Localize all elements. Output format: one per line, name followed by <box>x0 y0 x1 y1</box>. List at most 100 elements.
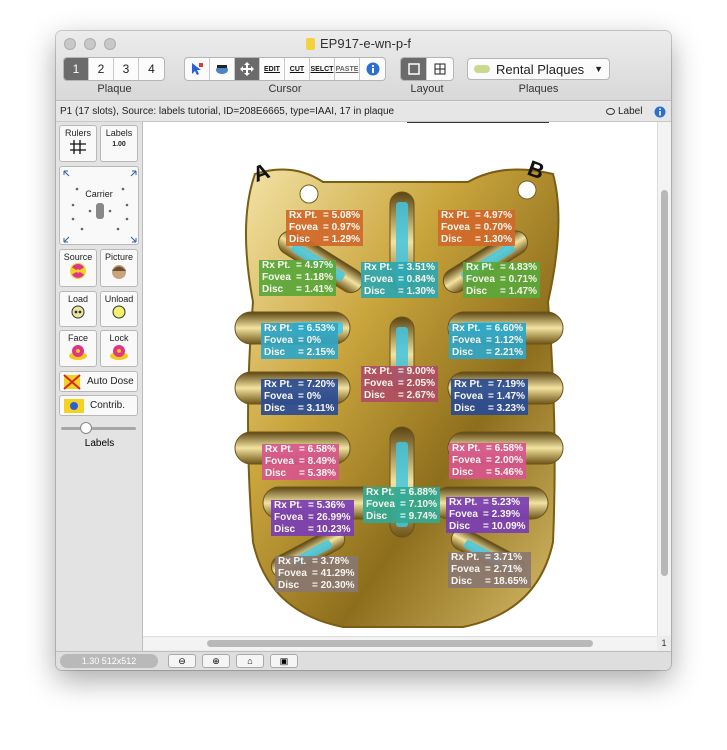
slot-label[interactable]: Rx Pt. = 7.20% Fovea = 0% Disc = 3.11% <box>261 379 338 415</box>
slot-fovea-row-label: Fovea <box>452 335 481 346</box>
slot-fovea-row-label: Fovea <box>441 222 470 233</box>
cut-icon[interactable]: CUT <box>285 58 310 80</box>
paste-icon[interactable]: PASTE <box>335 58 360 80</box>
slot-fovea-row-value: = 0.71% <box>500 274 537 285</box>
slot-label[interactable]: Rx Pt. = 5.36% Fovea = 26.99% Disc = 10.23% <box>271 500 354 536</box>
slot-fovea-row-value: = 2.05% <box>398 378 435 389</box>
horizontal-scrollbar[interactable] <box>143 636 657 650</box>
slot-label[interactable]: Rx Pt. = 6.53% Fovea = 0% Disc = 2.15% <box>261 323 338 359</box>
select-arrow-icon[interactable] <box>185 58 210 80</box>
slot-label[interactable]: Rx Pt. = 6.58% Fovea = 8.49% Disc = 5.38% <box>262 444 339 480</box>
slot-label[interactable]: Rx Pt. = 4.83% Fovea = 0.71% Disc = 1.47% <box>463 262 540 298</box>
layout-grid-icon[interactable] <box>427 58 453 80</box>
vertical-scroll-thumb[interactable] <box>661 190 668 576</box>
slot-rx-row-value: = 5.23% <box>483 497 520 508</box>
unload-button[interactable]: Unload <box>100 291 138 327</box>
plaques-dropdown[interactable]: Rental Plaques ▼ <box>467 58 610 80</box>
slot-disc-row: Disc = 20.30% <box>278 580 355 592</box>
picture-button[interactable]: Picture <box>100 249 138 287</box>
source-button[interactable]: Source <box>59 249 97 287</box>
vertical-scrollbar[interactable] <box>657 122 671 636</box>
auto-dose-button[interactable]: Auto Dose <box>59 371 138 392</box>
slot-disc-row-value: = 5.46% <box>486 467 523 478</box>
info-icon[interactable] <box>360 58 385 80</box>
slot-label[interactable]: Rx Pt. = 9.00% Fovea = 2.05% Disc = 2.67% <box>361 366 438 402</box>
cursor-tools: EDIT CUT SELCT PASTE <box>184 57 386 81</box>
layout-selector <box>400 57 454 81</box>
labels-button[interactable]: Labels 1.00 <box>100 125 138 162</box>
slot-rx-row-label: Rx Pt. <box>274 500 303 511</box>
plaque-tab-2[interactable]: 2 <box>89 58 114 80</box>
slot-fovea-row: Fovea = 0.84% <box>364 274 435 286</box>
labels-slider-thumb[interactable] <box>79 422 92 434</box>
reader-icon[interactable] <box>210 58 235 80</box>
zoom-out-button[interactable]: ⊖ <box>168 654 196 668</box>
plaque-label: Plaque <box>97 83 132 95</box>
slot-label[interactable]: Rx Pt. = 3.78% Fovea = 41.29% Disc = 20.30% <box>275 556 358 592</box>
slot-fovea-row: Fovea = 1.18% <box>262 272 333 284</box>
slot-rx-row-value: = 5.36% <box>308 500 345 511</box>
slot-fovea-row-label: Fovea <box>264 391 293 402</box>
slot-rx-row-value: = 9.00% <box>398 366 435 377</box>
slot-disc-row-value: = 2.67% <box>398 390 435 401</box>
slot-fovea-row-value: = 1.12% <box>486 335 523 346</box>
slot-label[interactable]: Rx Pt. = 6.88% Fovea = 7.10% Disc = 9.74% <box>363 487 440 523</box>
plaque-tab-4[interactable]: 4 <box>139 58 164 80</box>
slot-rx-row: Rx Pt. = 4.97% <box>441 210 512 222</box>
slot-rx-row-value: = 7.20% <box>298 379 335 390</box>
slot-label[interactable]: Rx Pt. = 6.60% Fovea = 1.12% Disc = 2.21% <box>449 323 526 359</box>
slot-fovea-row: Fovea = 1.12% <box>452 335 523 347</box>
lock-button[interactable]: Lock <box>100 330 138 367</box>
load-button[interactable]: Load <box>59 291 97 327</box>
zoom-home-button[interactable]: ⌂ <box>236 654 264 668</box>
contrib-button[interactable]: Contrib. <box>59 395 138 416</box>
layout-single-icon[interactable] <box>401 58 427 80</box>
close-window-button[interactable] <box>64 38 76 50</box>
rulers-label: Rulers <box>64 128 91 138</box>
slot-label[interactable]: Rx Pt. = 3.71% Fovea = 2.71% Disc = 18.65% <box>448 552 531 588</box>
plaque-tab-3[interactable]: 3 <box>114 58 139 80</box>
slot-rx-row-value: = 6.58% <box>486 443 523 454</box>
rulers-button[interactable]: Rulers <box>59 125 97 162</box>
slot-disc-row-value: = 1.47% <box>500 286 537 297</box>
slot-fovea-row-value: = 2.71% <box>485 564 522 575</box>
slot-disc-row-label: Disc <box>466 286 488 297</box>
plaque-tab-1[interactable]: 1 <box>64 58 89 80</box>
edit-icon[interactable]: EDIT <box>260 58 285 80</box>
status-info-icon[interactable] <box>654 106 666 118</box>
slot-label[interactable]: Rx Pt. = 3.51% Fovea = 0.84% Disc = 1.30% <box>361 262 438 298</box>
slot-fovea-row-label: Fovea <box>364 274 393 285</box>
app-window: EP917-e-wn-p-f 1 2 3 4 Plaque EDIT CUT S… <box>56 31 671 670</box>
face-button[interactable]: Face <box>59 330 97 367</box>
plaque-canvas[interactable]: A B Rx Pt. = 5.08% Fovea = 0.97% Disc = 1.29%… <box>143 122 657 636</box>
minimize-window-button[interactable] <box>84 38 96 50</box>
slot-label[interactable]: Rx Pt. = 5.08% Fovea = 0.97% Disc = 1.29% <box>286 210 363 246</box>
slot-fovea-row-label: Fovea <box>264 335 293 346</box>
slot-disc-row-label: Disc <box>452 347 474 358</box>
zoom-window-button[interactable] <box>104 38 116 50</box>
horizontal-scroll-thumb[interactable] <box>207 640 593 647</box>
slot-rx-row-value: = 4.97% <box>475 210 512 221</box>
zoom-in-button[interactable]: ⊕ <box>202 654 230 668</box>
move-icon[interactable] <box>235 58 260 80</box>
carrier-button[interactable]: Carrier <box>59 166 139 245</box>
slot-disc-row: Disc = 9.74% <box>366 511 437 523</box>
slot-disc-row-label: Disc <box>289 234 311 245</box>
slot-rx-row-label: Rx Pt. <box>452 323 481 334</box>
slot-label[interactable]: Rx Pt. = 5.23% Fovea = 2.39% Disc = 10.09% <box>446 497 529 533</box>
zoom-fit-button[interactable]: ▣ <box>270 654 298 668</box>
select-icon[interactable]: SELCT <box>310 58 335 80</box>
slot-rx-row-label: Rx Pt. <box>454 379 483 390</box>
zoom-readout: 1.30 512x512 <box>60 654 158 668</box>
slot-rx-row-value: = 3.71% <box>485 552 522 563</box>
slot-label[interactable]: Rx Pt. = 7.19% Fovea = 1.47% Disc = 3.23% <box>451 379 528 415</box>
slot-label[interactable]: Rx Pt. = 6.58% Fovea = 2.00% Disc = 5.46% <box>449 443 526 479</box>
slot-fovea-row: Fovea = 2.00% <box>452 455 523 467</box>
window-title: EP917-e-wn-p-f <box>306 36 411 51</box>
label-toggle-text: Label <box>618 106 643 117</box>
labels-slider-track[interactable] <box>61 427 136 430</box>
slot-label[interactable]: Rx Pt. = 4.97% Fovea = 1.18% Disc = 1.41% <box>259 260 336 296</box>
label-toggle[interactable]: Label <box>606 106 642 117</box>
slot-label[interactable]: Rx Pt. = 4.97% Fovea = 0.70% Disc = 1.30% <box>438 210 515 246</box>
labels-label: Labels <box>105 128 133 138</box>
